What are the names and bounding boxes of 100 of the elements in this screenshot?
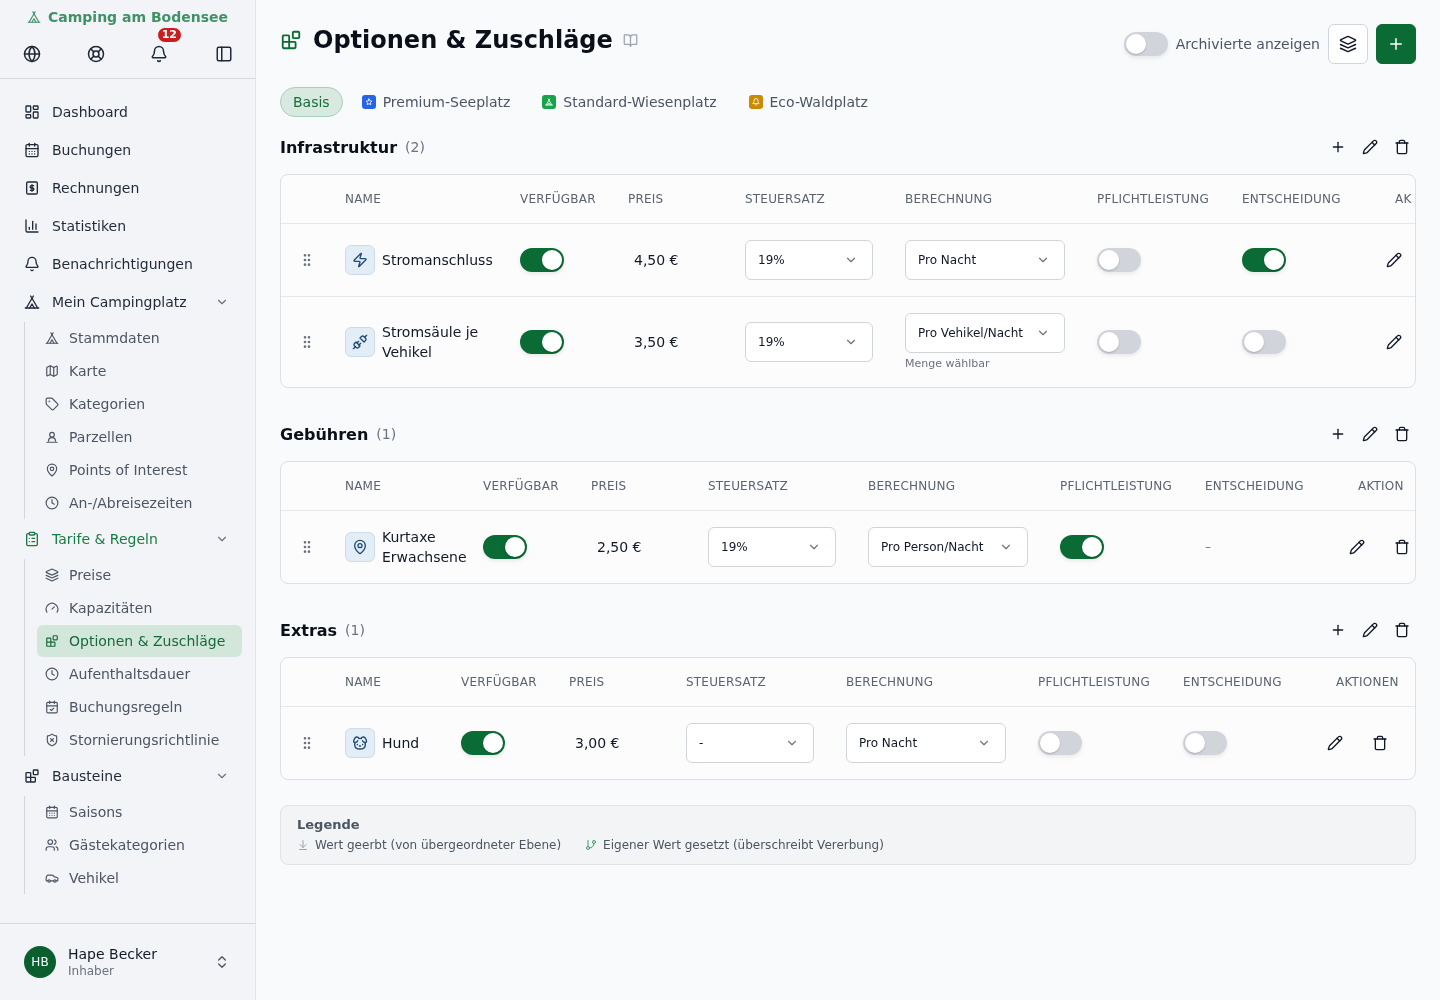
tab[interactable]: Standard-Wiesenplatz <box>529 87 730 117</box>
nav-subitem[interactable]: Stammdaten <box>37 322 242 354</box>
column-header: AKTION <box>1358 479 1404 493</box>
column-header: VERFÜGBAR <box>461 675 537 689</box>
price-text: 3,50 € <box>634 334 679 350</box>
nav-item[interactable]: Mein Campingplatz <box>16 283 242 321</box>
column-header: ENTSCHEIDUNG <box>1242 192 1341 206</box>
column-header: BERECHNUNG <box>846 675 934 689</box>
tax-select[interactable]: - <box>686 723 814 763</box>
nav-subitem[interactable]: Gästekategorien <box>37 829 242 861</box>
mandatory-toggle[interactable] <box>1097 330 1141 354</box>
nav-subitem[interactable]: Points of Interest <box>37 454 242 486</box>
available-toggle[interactable] <box>520 248 564 272</box>
layers-button[interactable] <box>1328 24 1368 64</box>
pencil-icon <box>1349 539 1365 555</box>
available-toggle[interactable] <box>483 535 527 559</box>
tab[interactable]: Premium-Seeplatz <box>348 87 524 117</box>
available-toggle[interactable] <box>520 330 564 354</box>
trash-icon <box>1372 735 1388 751</box>
archived-toggle[interactable] <box>1123 32 1168 56</box>
trash-icon <box>1394 539 1410 555</box>
option-name: Kurtaxe Erwachsene <box>382 528 468 567</box>
page-title: Optionen & Zuschläge <box>313 25 613 56</box>
option-name: Stromsäule je Vehikel <box>382 323 480 362</box>
nav-subitem[interactable]: Preise <box>37 559 242 591</box>
nav-subitem[interactable]: An-/Abreisezeiten <box>37 487 242 519</box>
decision-toggle[interactable] <box>1242 330 1286 354</box>
nav-subitem[interactable]: Karte <box>37 355 242 387</box>
billing-select[interactable]: Pro Nacht <box>846 723 1006 763</box>
tab[interactable]: Basis <box>280 87 343 117</box>
item-count: (1) <box>345 622 365 638</box>
tab[interactable]: Eco-Waldplatz <box>735 87 881 117</box>
nav-item[interactable]: Tarife & Regeln <box>16 520 242 558</box>
price-text: 2,50 € <box>597 539 642 555</box>
nav-subitem[interactable]: Optionen & Zuschläge <box>37 625 242 657</box>
mandatory-toggle[interactable] <box>1038 731 1082 755</box>
nav-item[interactable]: Rechnungen <box>16 169 242 207</box>
available-toggle[interactable] <box>461 731 505 755</box>
billing-select[interactable]: Pro Vehikel/Nacht <box>905 313 1065 353</box>
arrow-down-icon <box>297 839 309 851</box>
column-header: VERFÜGBAR <box>520 192 596 206</box>
billing-select[interactable]: Pro Nacht <box>905 240 1065 280</box>
clock-icon <box>45 496 59 510</box>
calendar-icon <box>45 805 59 819</box>
add-button[interactable] <box>1376 24 1416 64</box>
column-header: NAME <box>345 192 381 206</box>
column-header: PREIS <box>569 675 605 689</box>
nav-item[interactable]: Dashboard <box>16 93 242 131</box>
blocks-icon <box>45 634 59 648</box>
nav-item[interactable]: Buchungen <box>16 131 242 169</box>
nav-subitem[interactable]: Aufenthaltsdauer <box>37 658 242 690</box>
pencil-icon <box>1386 252 1402 268</box>
nav-subitem[interactable]: Saisons <box>37 796 242 828</box>
nav-subitem[interactable]: Buchungsregeln <box>37 691 242 723</box>
trash-icon <box>1394 139 1410 155</box>
users-icon <box>45 838 59 852</box>
plus-icon <box>1387 35 1405 53</box>
tag-icon <box>45 397 59 411</box>
plug-icon <box>345 327 375 357</box>
column-header: STEUERSATZ <box>686 675 766 689</box>
layers-icon <box>45 568 59 582</box>
shield-x-icon <box>45 733 59 747</box>
tax-select[interactable]: 19% <box>745 322 873 362</box>
nav-item[interactable]: Bausteine <box>16 757 242 795</box>
grid-icon <box>24 104 40 120</box>
notifications-button[interactable]: 12 <box>143 27 182 70</box>
clipboard-icon <box>24 531 40 547</box>
user-name: Hape Becker <box>68 945 158 963</box>
mandatory-toggle[interactable] <box>1097 248 1141 272</box>
column-header: BERECHNUNG <box>868 479 956 493</box>
column-header: AK <box>1395 192 1412 206</box>
option-name: Stromanschluss <box>382 251 493 270</box>
decision-toggle[interactable] <box>1242 248 1286 272</box>
pencil-icon <box>1362 139 1378 155</box>
price-text: 3,00 € <box>575 735 620 751</box>
nav-subitem[interactable]: Kapazitäten <box>37 592 242 624</box>
nav-subitem[interactable]: Stornierungsrichtlinie <box>37 724 242 756</box>
pencil-icon <box>1327 735 1343 751</box>
item-count: (2) <box>405 139 425 155</box>
avatar: HB <box>24 946 56 978</box>
tax-select[interactable]: 19% <box>708 527 836 567</box>
section-title: Gebühren <box>280 424 369 444</box>
billing-select[interactable]: Pro Person/Nacht <box>868 527 1028 567</box>
calendar-icon <box>24 142 40 158</box>
nav-item[interactable]: Benachrichtigungen <box>16 245 242 283</box>
nav-subitem[interactable]: Kategorien <box>37 388 242 420</box>
nav-subitem[interactable]: Parzellen <box>37 421 242 453</box>
tent-icon <box>27 10 41 24</box>
tax-select[interactable]: 19% <box>745 240 873 280</box>
legend-text: Eigener Wert gesetzt (überschreibt Vererbung) <box>603 838 884 852</box>
nav-item[interactable]: Statistiken <box>16 207 242 245</box>
nav-subitem[interactable]: Vehikel <box>37 862 242 894</box>
bell-icon <box>150 45 168 63</box>
user-role: Inhaber <box>68 963 116 979</box>
sidebar-panel-icon <box>215 45 233 63</box>
globe-icon <box>23 45 41 63</box>
mandatory-toggle[interactable] <box>1060 535 1104 559</box>
decision-toggle[interactable] <box>1183 731 1227 755</box>
column-header: PREIS <box>591 479 627 493</box>
layers-icon <box>1339 35 1357 53</box>
